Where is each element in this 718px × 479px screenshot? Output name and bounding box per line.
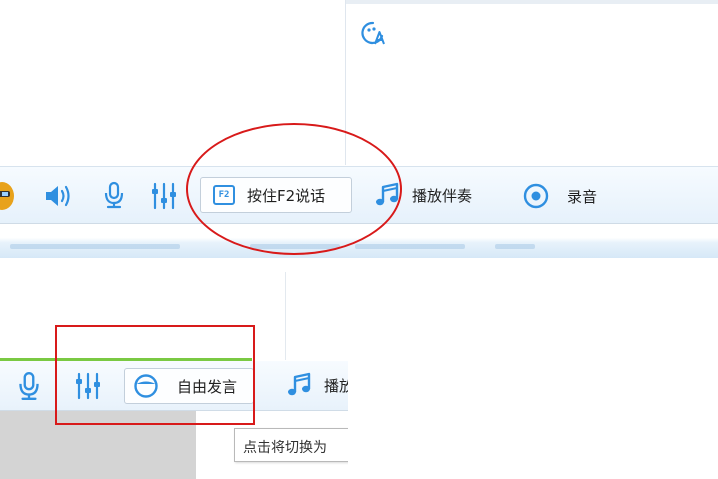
speaker-icon[interactable] [43,182,73,210]
voice-room-bottom-crop: 自由发言 播放 点击将切换为 [0,272,348,479]
play-accompaniment-button[interactable]: 播放 [286,371,348,399]
microphone-icon[interactable] [103,180,125,210]
play-accompaniment-label: 播放伴奏 [412,186,473,205]
equalizer-icon[interactable] [149,181,179,211]
microphone-icon[interactable] [17,370,41,402]
font-icon[interactable] [360,20,386,46]
annotation-rectangle [55,325,255,425]
tooltip: 点击将切换为 [234,428,348,462]
record-button[interactable]: 录音 [522,182,597,210]
music-note-icon [288,372,311,396]
record-label: 录音 [567,187,598,206]
avatar-icon[interactable] [0,180,16,212]
chat-input-pane[interactable] [345,0,718,165]
play-accompaniment-label: 播放 [324,376,348,395]
annotation-ellipse [186,123,402,255]
record-icon [523,183,549,209]
